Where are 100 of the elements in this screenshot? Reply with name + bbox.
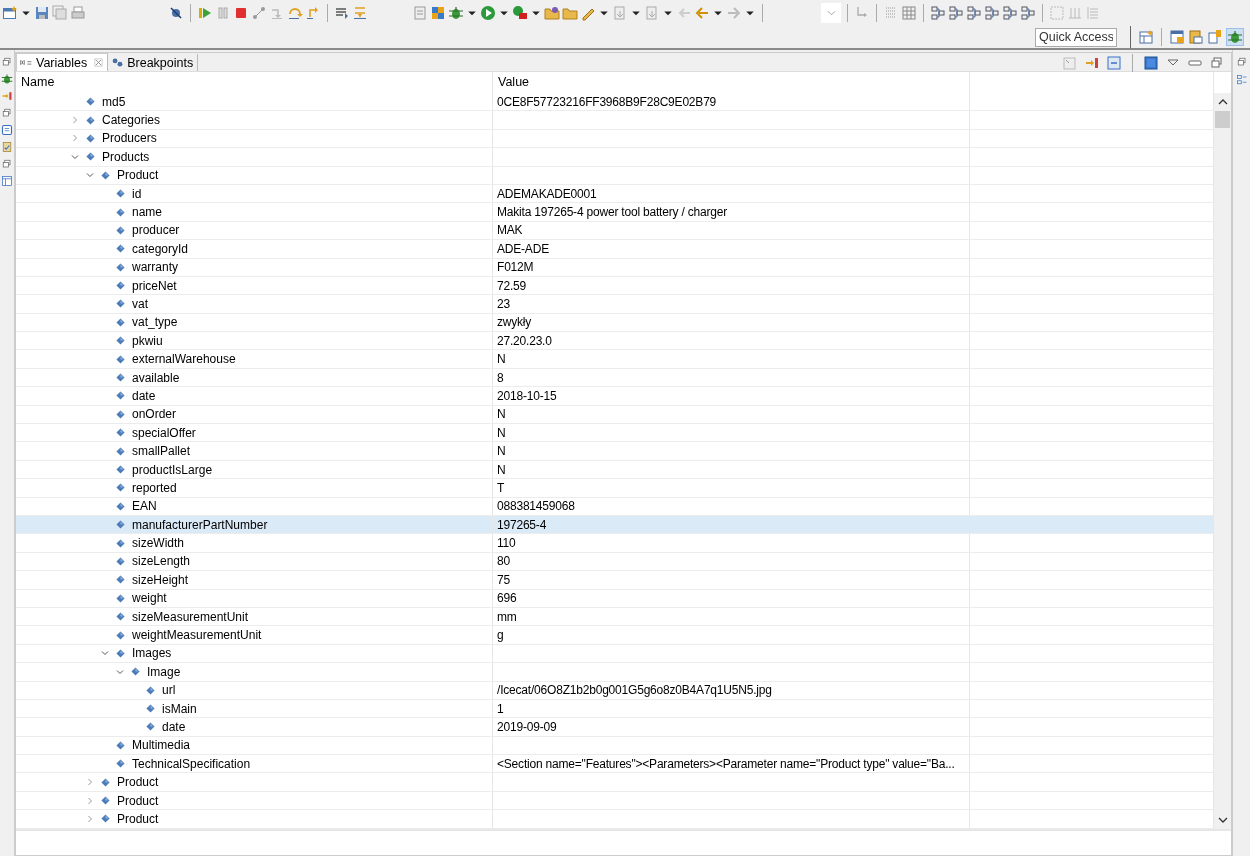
tree-row[interactable]: reported T <box>16 479 1214 498</box>
run-external-icon[interactable] <box>512 5 528 21</box>
tree-row[interactable]: Product <box>16 773 1214 792</box>
tree-row[interactable]: available 8 <box>16 368 1214 388</box>
column-header[interactable]: Name <box>16 72 493 93</box>
window-icon[interactable] <box>2 5 18 21</box>
scroll-down-icon[interactable] <box>1217 817 1228 823</box>
restore-icon[interactable] <box>1 107 13 119</box>
variable-value: mm <box>497 609 517 624</box>
restore-icon[interactable] <box>1209 54 1225 71</box>
tree-row[interactable]: Products <box>16 148 1214 167</box>
tree-row[interactable]: producer MAK <box>16 221 1214 241</box>
tree-row[interactable]: smallPallet N <box>16 442 1214 461</box>
blocks-icon[interactable] <box>430 5 446 21</box>
tree-row[interactable]: Product <box>16 166 1214 185</box>
tree-row[interactable]: md5 0CE8F57723216FF3968B9F28C9E02B79 <box>16 93 1214 112</box>
expanded-chevron-icon[interactable] <box>101 649 109 658</box>
variable-name: EAN <box>132 499 157 514</box>
scrollbar[interactable] <box>1214 93 1231 829</box>
expanded-chevron-icon[interactable] <box>71 152 79 161</box>
tree-row[interactable]: Image <box>16 663 1214 682</box>
restore-icon[interactable] <box>1 56 13 68</box>
tree-row[interactable]: id ADEMAKADE0001 <box>16 184 1214 204</box>
tree-row[interactable]: pkwiu 27.20.23.0 <box>16 332 1214 351</box>
close-icon[interactable] <box>94 58 104 67</box>
tree-row[interactable]: priceNet 72.59 <box>16 276 1214 296</box>
disconnect-icon[interactable] <box>251 5 267 21</box>
variable-name: available <box>132 370 180 385</box>
tree-row[interactable]: specialOffer N <box>16 424 1214 443</box>
folder-icon[interactable] <box>544 5 560 21</box>
expanded-chevron-icon[interactable] <box>116 667 124 676</box>
expanded-chevron-icon[interactable] <box>86 171 94 180</box>
lines-icon[interactable] <box>334 5 350 21</box>
bug-icon[interactable] <box>1 73 13 85</box>
tree-row[interactable]: date 2019-09-09 <box>16 718 1214 737</box>
logical-structure-icon[interactable] <box>1 90 13 102</box>
variable-value: 088381459068 <box>497 499 575 514</box>
tree-row[interactable]: sizeHeight 75 <box>16 571 1214 590</box>
tree-row[interactable]: EAN 088381459068 <box>16 497 1214 516</box>
layout-icon[interactable] <box>984 5 1000 21</box>
tree-row[interactable]: weightMeasurementUnit g <box>16 626 1214 645</box>
grid-icon[interactable] <box>901 5 917 21</box>
collapse-all-icon[interactable] <box>1106 54 1122 71</box>
layout-icon[interactable] <box>966 5 982 21</box>
diamond-icon <box>116 262 125 272</box>
variable-value: 72.59 <box>497 278 527 293</box>
scroll-up-icon[interactable] <box>1217 99 1228 105</box>
slashed-breakpoint-icon[interactable] <box>168 5 184 21</box>
outline-icon[interactable] <box>1235 74 1248 86</box>
tree-row[interactable]: vat 23 <box>16 295 1214 314</box>
tree-row[interactable]: Producers <box>16 129 1214 149</box>
tree-row[interactable]: Product <box>16 791 1214 811</box>
column-header[interactable]: Value <box>493 72 970 93</box>
tree-row[interactable]: Product <box>16 810 1214 829</box>
diamond-icon <box>116 483 125 493</box>
restore-icon[interactable] <box>1 158 13 170</box>
tree-row[interactable]: date 2018-10-15 <box>16 387 1214 406</box>
layout-icon[interactable] <box>930 5 946 21</box>
layout-icon[interactable] <box>948 5 964 21</box>
tree-row[interactable]: Categories <box>16 111 1214 130</box>
tree-row[interactable]: sizeLength 80 <box>16 552 1214 572</box>
diamond-icon <box>116 336 125 346</box>
step-return-icon[interactable] <box>305 5 321 21</box>
tree-row[interactable]: TechnicalSpecification <Section name="Features"><Parameters><Parameter name="Product type" value="Ba... <box>16 755 1214 774</box>
tree-row[interactable]: weight 696 <box>16 589 1214 608</box>
diamond-icon <box>116 446 125 456</box>
tree-row[interactable]: categoryId ADE-ADE <box>16 240 1214 259</box>
tree-row[interactable]: vat_type zwykły <box>16 313 1214 333</box>
panel-icon[interactable] <box>1 175 13 187</box>
perspective-icon[interactable] <box>1169 29 1185 45</box>
layout-icon[interactable] <box>1020 5 1036 21</box>
bug-icon[interactable] <box>448 5 464 21</box>
restore-icon[interactable] <box>1235 56 1248 68</box>
tree-row[interactable]: warranty F012M <box>16 258 1214 277</box>
tree-row[interactable]: Images <box>16 644 1214 664</box>
layout-icon[interactable] <box>1002 5 1018 21</box>
tab[interactable]: Variables <box>16 53 109 71</box>
tree-row[interactable]: onOrder N <box>16 405 1214 425</box>
step-over-icon[interactable] <box>287 5 303 21</box>
stop-icon[interactable] <box>233 5 249 21</box>
quick-access-field[interactable]: Quick Access <box>1035 27 1117 47</box>
open-folder-icon[interactable] <box>562 5 578 21</box>
scroll-thumb[interactable] <box>1215 111 1230 128</box>
tree-row[interactable]: Multimedia <box>16 736 1214 756</box>
tree-row[interactable]: sizeMeasurementUnit mm <box>16 607 1214 627</box>
resume-icon[interactable] <box>197 5 213 21</box>
printer-icon[interactable] <box>70 5 86 21</box>
open-perspective-icon[interactable] <box>1138 29 1154 45</box>
run-icon[interactable] <box>480 5 496 21</box>
drop-frame-icon[interactable] <box>352 5 368 21</box>
tree-row[interactable]: name Makita 197265-4 power tool battery / charger <box>16 203 1214 222</box>
tree-row[interactable]: url /Icecat/06O8Z1b2b0g001G5g6o8z0B4A7q1U5N5.jpg <box>16 681 1214 700</box>
clipboard-icon[interactable] <box>1 141 13 153</box>
tree-row[interactable]: sizeWidth 110 <box>16 534 1214 553</box>
layout-square-icon[interactable] <box>1143 54 1159 71</box>
tree-row[interactable]: productIsLarge N <box>16 460 1214 480</box>
tree-row[interactable]: externalWarehouse N <box>16 350 1214 369</box>
bug-icon[interactable] <box>1226 28 1244 46</box>
tree-row[interactable]: isMain 1 <box>16 699 1214 719</box>
console-icon[interactable] <box>1 124 13 136</box>
